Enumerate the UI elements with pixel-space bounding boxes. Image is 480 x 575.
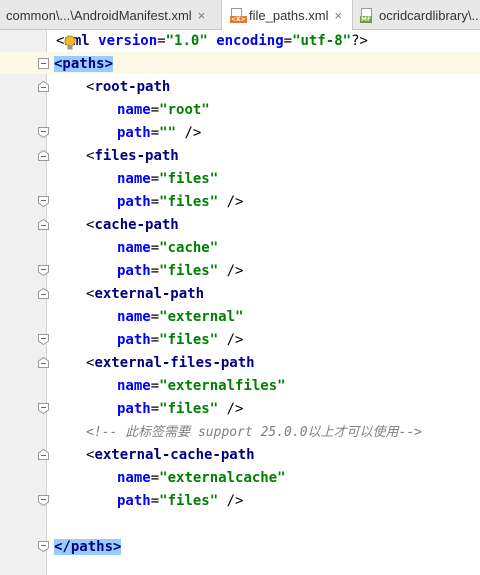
- tab-android-manifest[interactable]: common\...\AndroidManifest.xml ×: [0, 0, 222, 30]
- fold-collapse-icon[interactable]: [38, 219, 49, 230]
- fold-end-icon[interactable]: [38, 334, 49, 345]
- tab-ocridcardlibrary-manifest[interactable]: MF ocridcardlibrary\...: [353, 0, 480, 30]
- line-gutter[interactable]: [13, 30, 47, 575]
- tab-file-paths[interactable]: <X> file_paths.xml ×: [222, 0, 353, 30]
- code-line-14[interactable]: path="files" />: [117, 329, 243, 352]
- fold-end-icon[interactable]: [38, 265, 49, 276]
- fold-collapse-icon[interactable]: [38, 81, 49, 92]
- fold-end-icon[interactable]: [38, 403, 49, 414]
- fold-collapse-icon[interactable]: [38, 288, 49, 299]
- fold-collapse-icon[interactable]: [38, 58, 49, 69]
- code-line-5[interactable]: path="" />: [117, 122, 201, 145]
- tab-label: file_paths.xml: [249, 7, 329, 23]
- fold-collapse-icon[interactable]: [38, 449, 49, 460]
- close-icon[interactable]: ×: [334, 8, 342, 23]
- tab-label: ocridcardlibrary\...: [379, 7, 480, 23]
- intention-bulb-icon[interactable]: [64, 35, 76, 51]
- fold-collapse-icon[interactable]: [38, 357, 49, 368]
- code-line-17[interactable]: path="files" />: [117, 398, 243, 421]
- code-line-19[interactable]: <external-cache-path: [86, 444, 255, 467]
- close-icon[interactable]: ×: [198, 8, 206, 23]
- code-line-18-comment[interactable]: <!-- 此标签需要 support 25.0.0以上才可以使用-->: [86, 421, 422, 444]
- fold-end-icon[interactable]: [38, 495, 49, 506]
- code-line-9[interactable]: <cache-path: [86, 214, 179, 237]
- code-line-21[interactable]: path="files" />: [117, 490, 243, 513]
- code-line-3[interactable]: <root-path: [86, 76, 170, 99]
- code-line-4[interactable]: name="root": [117, 99, 210, 122]
- code-line-10[interactable]: name="cache": [117, 237, 218, 260]
- code-line-13[interactable]: name="external": [117, 306, 243, 329]
- editor-tab-bar: common\...\AndroidManifest.xml × <X> fil…: [0, 0, 480, 30]
- code-line-20[interactable]: name="externalcache": [117, 467, 286, 490]
- fold-end-icon[interactable]: [38, 127, 49, 138]
- code-line-1[interactable]: <xml version="1.0" encoding="utf-8"?>: [56, 30, 368, 53]
- tab-label: common\...\AndroidManifest.xml: [6, 7, 192, 23]
- code-line-23[interactable]: </paths>: [54, 536, 122, 559]
- code-line-2[interactable]: <paths>: [54, 53, 114, 76]
- fold-end-icon[interactable]: [38, 541, 49, 552]
- tool-window-strip: [0, 30, 13, 575]
- fold-collapse-icon[interactable]: [38, 150, 49, 161]
- code-line-11[interactable]: path="files" />: [117, 260, 243, 283]
- code-line-8[interactable]: path="files" />: [117, 191, 243, 214]
- code-line-15[interactable]: <external-files-path: [86, 352, 255, 375]
- code-line-16[interactable]: name="externalfiles": [117, 375, 286, 398]
- fold-end-icon[interactable]: [38, 196, 49, 207]
- code-line-12[interactable]: <external-path: [86, 283, 204, 306]
- code-line-7[interactable]: name="files": [117, 168, 218, 191]
- xml-file-icon: <X>: [230, 7, 247, 23]
- manifest-file-icon: MF: [360, 7, 374, 23]
- code-line-6[interactable]: <files-path: [86, 145, 179, 168]
